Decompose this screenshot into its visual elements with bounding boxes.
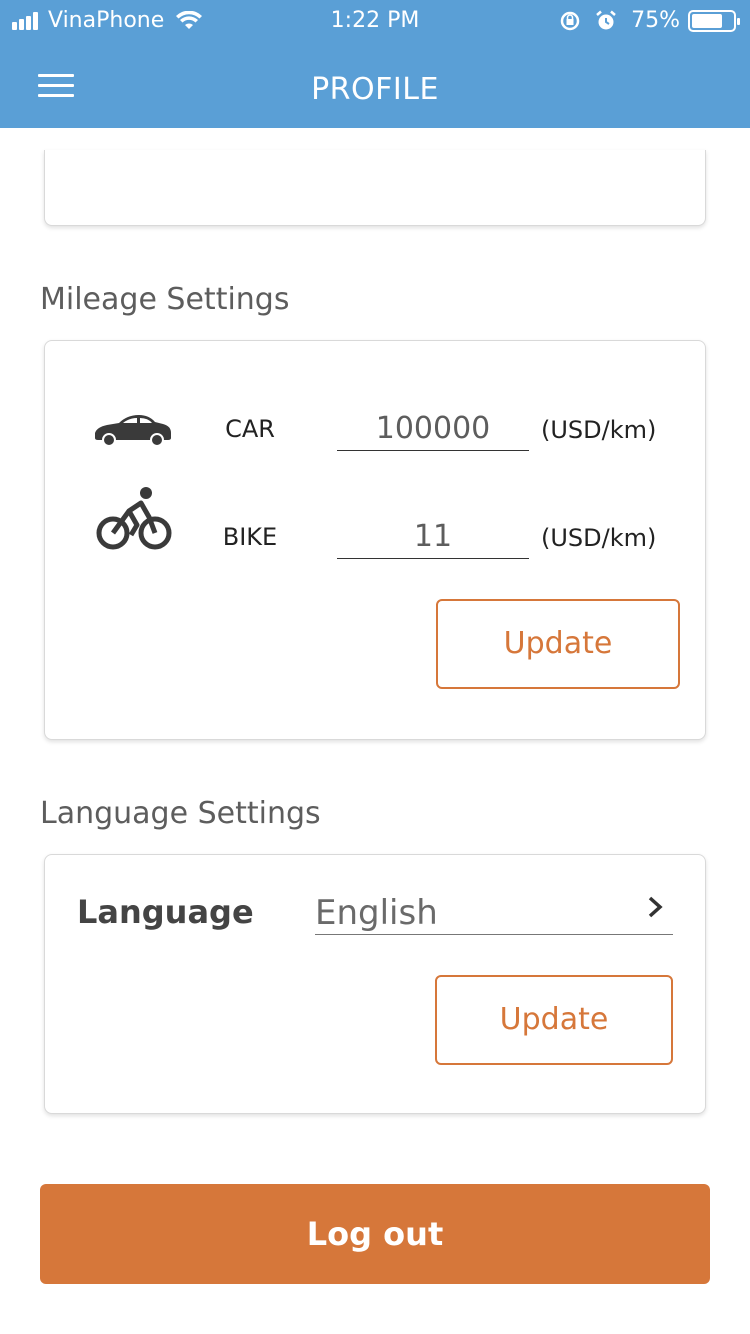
language-value: English (315, 893, 438, 933)
alarm-icon (596, 10, 616, 29)
mileage-update-button[interactable]: Update (436, 599, 680, 689)
language-section-title: Language Settings (40, 796, 321, 831)
mileage-settings-card: CAR 100000 (USD/km) BIKE 11 (USD/km) Upd… (44, 340, 706, 740)
mileage-section-title: Mileage Settings (40, 282, 290, 317)
logout-button[interactable]: Log out (40, 1184, 710, 1284)
bike-row: BIKE 11 (USD/km) (45, 487, 707, 595)
app-header: VinaPhone 1:22 PM 75% PROFILE (0, 0, 750, 128)
bike-icon (96, 487, 172, 550)
rotation-lock-icon (560, 11, 580, 30)
chevron-right-icon (648, 896, 663, 918)
language-select[interactable]: English (315, 891, 673, 935)
car-label: CAR (225, 415, 275, 443)
language-settings-card: Language English Update (44, 854, 706, 1114)
bike-rate-input[interactable]: 11 (337, 519, 529, 559)
page-title: PROFILE (311, 72, 439, 107)
profile-card-partial (44, 150, 706, 226)
car-rate-input[interactable]: 100000 (337, 411, 529, 451)
bike-label: BIKE (222, 523, 278, 551)
car-row: CAR 100000 (USD/km) (45, 407, 707, 487)
language-label: Language (77, 893, 254, 931)
car-unit: (USD/km) (541, 416, 657, 444)
status-bar: VinaPhone 1:22 PM 75% (0, 0, 750, 40)
car-icon (95, 415, 171, 447)
battery-icon (688, 9, 740, 32)
battery-percent: 75% (631, 8, 680, 33)
language-update-button[interactable]: Update (435, 975, 673, 1065)
bike-unit: (USD/km) (541, 524, 657, 552)
